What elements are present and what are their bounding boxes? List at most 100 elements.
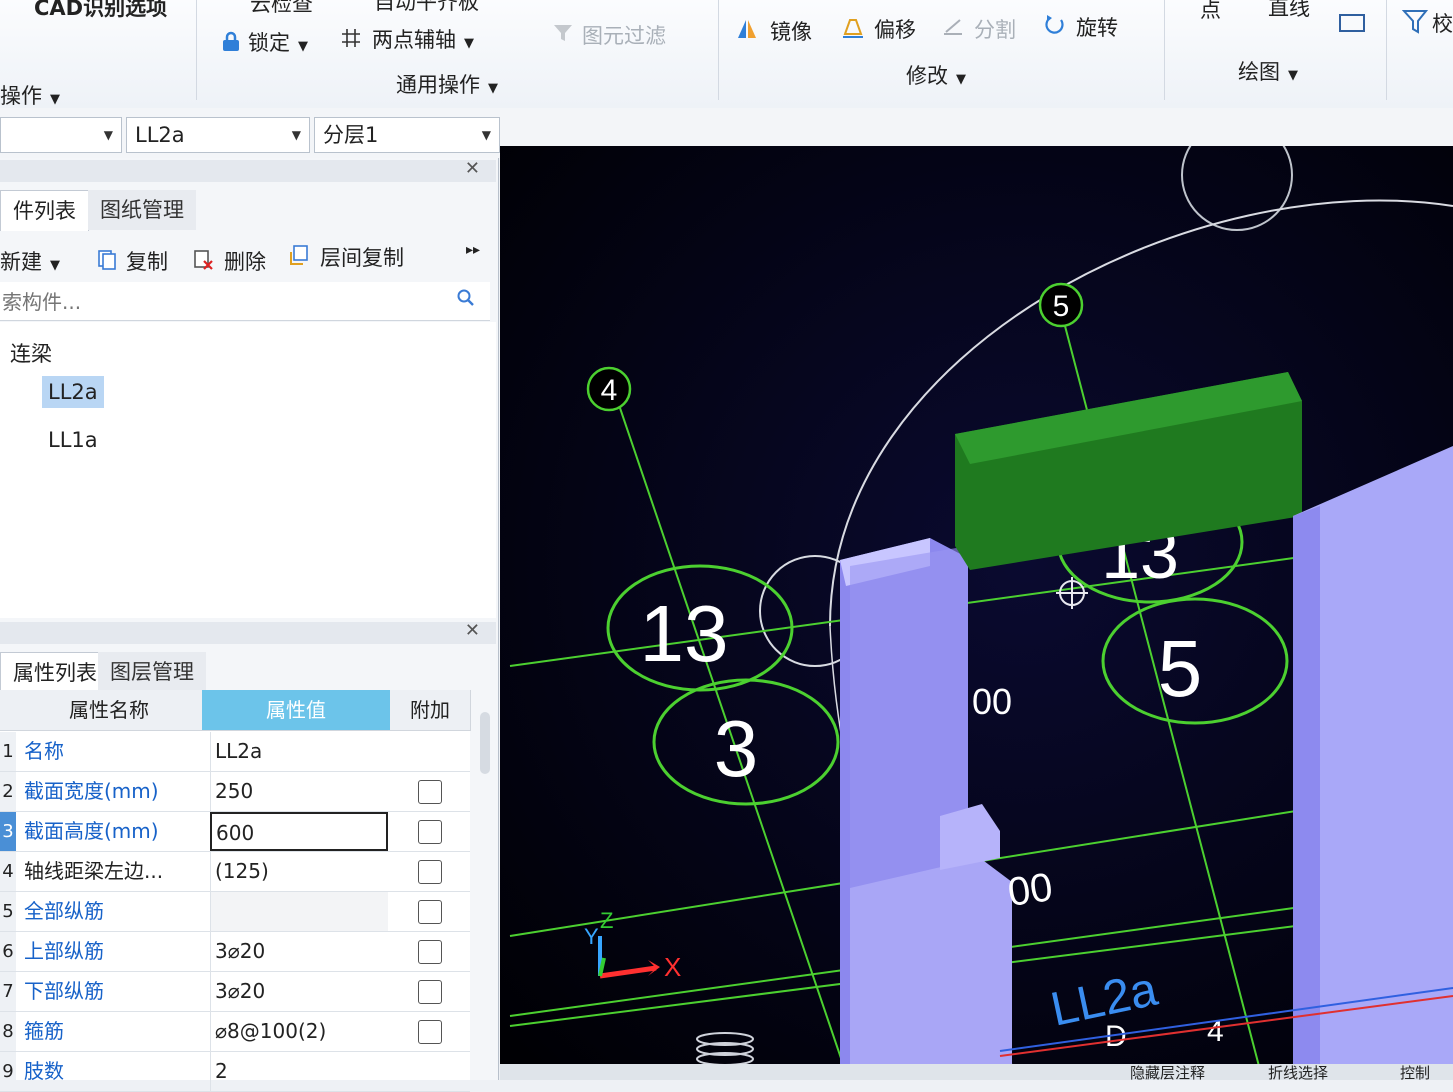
modify-group-label[interactable]: 修改 ▼ xyxy=(906,60,966,90)
partial-right-label[interactable]: 校 xyxy=(1432,8,1453,38)
ucs-y-label: Y xyxy=(584,924,599,949)
operations-group-label[interactable]: 操作 ▼ xyxy=(0,80,60,110)
table-row[interactable]: 5 全部纵筋 xyxy=(0,892,470,932)
tab-property-list[interactable]: 属性列表 xyxy=(0,652,110,693)
row-number: 8 xyxy=(0,1012,16,1051)
auto-align-label[interactable]: 自动平齐板 xyxy=(374,0,479,16)
point-button[interactable]: 点 xyxy=(1200,0,1221,24)
component-search[interactable] xyxy=(0,282,490,321)
search-input[interactable] xyxy=(0,288,444,316)
extra-checkbox[interactable] xyxy=(418,780,442,804)
component-combo[interactable]: LL2a ▼ xyxy=(126,117,310,153)
cad-options-label[interactable]: CAD识别选项 xyxy=(34,0,167,22)
delete-icon xyxy=(194,250,213,270)
tab-drawing-management[interactable]: 图纸管理 xyxy=(88,190,196,230)
dimension-text: 00 xyxy=(1005,865,1055,915)
table-row[interactable]: 2 截面宽度(mm) 250 xyxy=(0,772,470,812)
line-button[interactable]: 直线 xyxy=(1268,0,1310,22)
close-icon[interactable]: ✕ xyxy=(465,620,480,641)
axis-label-3: 3 xyxy=(714,704,759,793)
property-name-header: 属性名称 xyxy=(16,690,203,731)
property-value-editing[interactable]: 600 xyxy=(210,812,388,851)
extra-checkbox[interactable] xyxy=(418,820,442,844)
property-name: 截面宽度(mm) xyxy=(24,779,159,803)
table-row[interactable]: 4 轴线距梁左边... (125) xyxy=(0,852,470,892)
property-value[interactable]: 3⌀20 xyxy=(210,932,388,971)
table-row[interactable]: 3 截面高度(mm) 600 xyxy=(0,812,470,852)
split-button[interactable]: 分割 xyxy=(974,14,1016,44)
extra-checkbox[interactable] xyxy=(418,900,442,924)
property-value[interactable] xyxy=(210,892,388,931)
property-name: 肢数 xyxy=(24,1059,64,1083)
property-value[interactable]: ⌀8@100(2) xyxy=(210,1012,388,1051)
more-icon[interactable]: ▸▸ xyxy=(466,242,480,258)
extra-checkbox[interactable] xyxy=(418,940,442,964)
chevron-down-icon: ▼ xyxy=(103,128,113,142)
property-value-name[interactable]: LL2a xyxy=(210,732,388,771)
ucs-z-label: Z xyxy=(600,908,613,933)
close-icon[interactable]: ✕ xyxy=(465,158,480,179)
table-row[interactable]: 1 名称 LL2a xyxy=(0,732,470,772)
row-number: 1 xyxy=(0,732,16,771)
new-button[interactable]: 新建 ▼ xyxy=(0,246,60,276)
property-value[interactable]: 3⌀20 xyxy=(210,972,388,1011)
search-icon[interactable] xyxy=(456,288,476,308)
layer-combo[interactable]: 分层1 ▼ xyxy=(314,117,500,153)
chevron-down-icon: ▼ xyxy=(481,128,491,142)
table-row[interactable]: 6 上部纵筋 3⌀20 xyxy=(0,932,470,972)
filter-icon xyxy=(554,25,572,41)
lock-button[interactable]: 锁定 ▼ xyxy=(248,27,308,57)
offset-button[interactable]: 偏移 xyxy=(874,14,916,44)
row-number-header xyxy=(0,690,17,731)
property-value[interactable]: 250 xyxy=(210,772,388,811)
axis-label-5-large: 5 xyxy=(1158,624,1203,713)
rotate-icon xyxy=(1045,15,1064,34)
row-number: 2 xyxy=(0,772,16,811)
tree-item-ll2a[interactable]: LL2a xyxy=(42,376,104,408)
copy-icon xyxy=(98,250,116,270)
rotate-button[interactable]: 旋转 xyxy=(1076,12,1118,42)
draw-group-label[interactable]: 绘图 ▼ xyxy=(1238,56,1298,86)
property-value[interactable]: (125) xyxy=(210,852,388,891)
extra-checkbox[interactable] xyxy=(418,980,442,1004)
extra-header: 附加 xyxy=(390,690,471,731)
row-number: 5 xyxy=(0,892,16,931)
tree-item-ll1a[interactable]: LL1a xyxy=(42,424,104,456)
tree-category[interactable]: 连梁 xyxy=(4,334,58,372)
two-point-axis-icon xyxy=(342,29,360,47)
tab-component-list[interactable]: 件列表 xyxy=(0,190,89,231)
table-row[interactable]: 7 下部纵筋 3⌀20 xyxy=(0,972,470,1012)
delete-button[interactable]: 删除 xyxy=(224,246,266,276)
property-name: 上部纵筋 xyxy=(24,939,104,963)
filter-icon[interactable] xyxy=(1402,8,1428,36)
group-separator xyxy=(718,0,719,100)
element-filter-button[interactable]: 图元过滤 xyxy=(582,20,666,50)
category-combo[interactable]: ▼ xyxy=(0,117,122,153)
extra-checkbox[interactable] xyxy=(418,860,442,884)
property-name: 名称 xyxy=(24,739,64,763)
group-separator xyxy=(196,0,197,100)
row-number: 6 xyxy=(0,932,16,971)
table-row[interactable]: 9 肢数 2 xyxy=(0,1052,470,1092)
general-ops-label[interactable]: 通用操作 ▼ xyxy=(396,69,498,99)
drawing-viewport[interactable]: 4 5 13 3 5 13 00 00 LL2a D 4 X Y Z xyxy=(500,146,1453,1070)
tab-layer-management[interactable]: 图层管理 xyxy=(98,652,206,692)
property-value[interactable]: 2 xyxy=(210,1052,388,1091)
axis-label-13: 13 xyxy=(640,589,729,678)
extra-checkbox[interactable] xyxy=(418,1020,442,1044)
two-point-axis-button[interactable]: 两点辅轴 ▼ xyxy=(372,24,474,54)
mirror-button[interactable]: 镜像 xyxy=(770,16,812,46)
property-scrollbar[interactable] xyxy=(480,712,490,774)
group-separator xyxy=(1164,0,1165,100)
viewport-canvas[interactable]: 4 5 13 3 5 13 00 00 LL2a D 4 X Y Z xyxy=(500,146,1453,1070)
row-number: 7 xyxy=(0,972,16,1011)
right-wall-block[interactable] xyxy=(1293,446,1453,1070)
rectangle-icon[interactable] xyxy=(1338,12,1366,34)
copy-button[interactable]: 复制 xyxy=(126,246,168,276)
chevron-down-icon: ▼ xyxy=(291,128,301,142)
table-row[interactable]: 8 箍筋 ⌀8@100(2) xyxy=(0,1012,470,1052)
cloud-check-label[interactable]: 云检查 xyxy=(250,0,313,18)
lock-icon xyxy=(223,31,239,51)
offset-icon xyxy=(843,19,863,38)
floor-copy-button[interactable]: 层间复制 xyxy=(320,242,404,272)
